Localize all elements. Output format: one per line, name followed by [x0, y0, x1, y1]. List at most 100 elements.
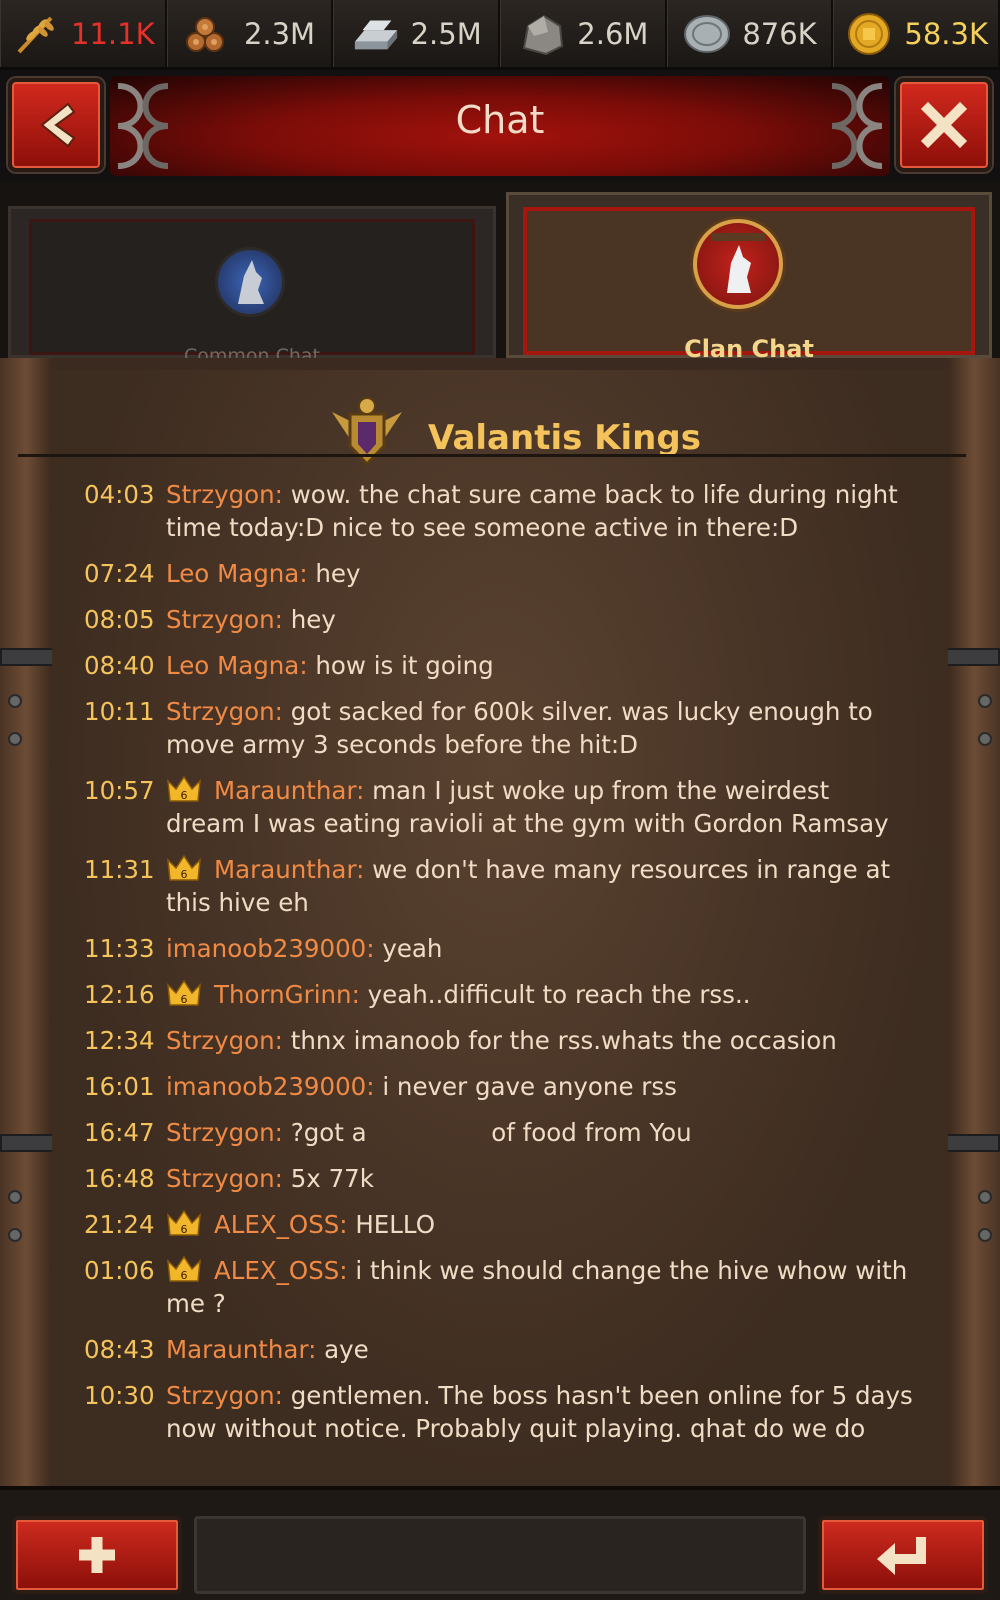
chat-message: 16:01 imanoob239000: i never gave anyone … — [84, 1070, 914, 1103]
message-time: 07:24 — [84, 559, 155, 588]
rivet-icon — [8, 1228, 22, 1242]
page-title: Chat — [455, 98, 545, 142]
stone-icon — [517, 11, 567, 57]
message-author[interactable]: Strzygon: — [166, 1118, 283, 1147]
hinge-icon — [940, 1134, 1000, 1152]
chat-message: 08:43 Maraunthar: aye — [84, 1333, 914, 1366]
rivet-icon — [8, 732, 22, 746]
tab-common-chat[interactable]: Common Chat — [8, 206, 496, 367]
message-time: 21:24 — [84, 1210, 155, 1239]
message-author[interactable]: Strzygon: — [166, 480, 283, 509]
chat-message: 08:05 Strzygon: hey — [84, 603, 914, 636]
message-text: yeah — [382, 934, 443, 963]
plus-icon — [79, 1537, 115, 1573]
message-body: 6 ALEX_OSS: i think we should change the … — [166, 1254, 914, 1320]
resource-gold[interactable]: 58.3K — [833, 0, 1000, 67]
iron-ingot-icon — [351, 11, 401, 57]
message-author[interactable]: Leo Magna: — [166, 559, 308, 588]
resource-value: 58.3K — [904, 16, 988, 51]
message-time: 04:03 — [84, 480, 155, 509]
message-text: thnx imanoob for the rss.whats the occas… — [290, 1026, 837, 1055]
message-author[interactable]: Strzygon: — [166, 1381, 283, 1410]
left-wood-frame — [0, 358, 52, 1486]
rivet-icon — [978, 694, 992, 708]
message-text: ?got a of food from You — [290, 1118, 692, 1147]
message-body: Strzygon: hey — [166, 603, 914, 636]
enter-arrow-icon — [877, 1537, 926, 1575]
bottom-bar — [0, 1486, 1000, 1600]
message-author[interactable]: Maraunthar: — [166, 1335, 316, 1364]
message-body: Maraunthar: aye — [166, 1333, 914, 1366]
message-author[interactable]: Maraunthar: — [214, 855, 364, 884]
message-body: 6 ALEX_OSS: HELLO — [166, 1208, 914, 1241]
send-button[interactable] — [818, 1516, 988, 1594]
message-author[interactable]: Leo Magna: — [166, 651, 308, 680]
message-input[interactable] — [194, 1516, 806, 1594]
resource-silver[interactable]: 876K — [666, 0, 834, 67]
close-button[interactable] — [896, 78, 992, 172]
message-time: 12:16 — [84, 980, 155, 1009]
message-text: how is it going — [315, 651, 494, 680]
message-author[interactable]: Strzygon: — [166, 697, 283, 726]
resource-bar: 11.1K 2.3M 2.5M 2.6M 876K 58.3K — [0, 0, 1000, 70]
message-author[interactable]: Maraunthar: — [214, 776, 364, 805]
message-body: Strzygon: gentlemen. The boss hasn't bee… — [166, 1379, 914, 1445]
hinge-icon — [940, 648, 1000, 666]
message-author[interactable]: ALEX_OSS: — [214, 1256, 348, 1285]
chat-message: 11:31 6 Maraunthar: we don't have many res… — [84, 853, 914, 919]
crown-level: 6 — [181, 1269, 188, 1282]
message-author[interactable]: ALEX_OSS: — [214, 1210, 348, 1239]
message-time: 10:30 — [84, 1381, 155, 1410]
resource-stone[interactable]: 2.6M — [500, 0, 667, 67]
chat-message: 07:24 Leo Magna: hey — [84, 557, 914, 590]
chat-message: 21:24 6 ALEX_OSS: HELLO — [84, 1208, 914, 1241]
gold-coin-icon — [844, 11, 894, 57]
crown-rank-icon: 6 — [166, 979, 202, 1007]
resource-wood[interactable]: 2.3M — [166, 0, 334, 67]
resource-value: 11.1K — [71, 16, 155, 51]
message-time: 12:34 — [84, 1026, 155, 1055]
crown-rank-icon: 6 — [166, 775, 202, 803]
rivet-icon — [8, 694, 22, 708]
message-body: imanoob239000: i never gave anyone rss — [166, 1070, 914, 1103]
message-body: Strzygon: wow. the chat sure came back t… — [166, 478, 914, 544]
message-author[interactable]: imanoob239000: — [166, 1072, 375, 1101]
right-wood-frame — [948, 358, 1000, 1486]
message-time: 10:11 — [84, 697, 155, 726]
add-button[interactable] — [12, 1516, 182, 1594]
message-list: 04:03 Strzygon: wow. the chat sure came b… — [84, 478, 914, 1458]
chat-message: 04:03 Strzygon: wow. the chat sure came b… — [84, 478, 914, 544]
crown-rank-icon: 6 — [166, 1209, 202, 1237]
chat-message: 12:34 Strzygon: thnx imanoob for the rss.… — [84, 1024, 914, 1057]
crown-level: 6 — [181, 868, 188, 881]
message-time: 11:33 — [84, 934, 155, 963]
message-author[interactable]: Strzygon: — [166, 605, 283, 634]
tab-clan-chat[interactable]: Clan Chat — [506, 192, 992, 363]
message-time: 10:57 — [84, 776, 155, 805]
message-body: Strzygon: got sacked for 600k silver. wa… — [166, 695, 914, 761]
chat-message: 08:40 Leo Magna: how is it going — [84, 649, 914, 682]
resource-food[interactable]: 11.1K — [0, 0, 167, 67]
header: Chat — [0, 70, 1000, 182]
message-author[interactable]: imanoob239000: — [166, 934, 375, 963]
rivet-icon — [8, 1190, 22, 1204]
crown-rank-icon: 6 — [166, 854, 202, 882]
message-time: 16:48 — [84, 1164, 155, 1193]
message-time: 08:43 — [84, 1335, 155, 1364]
hinge-icon — [0, 1134, 60, 1152]
message-body: 6 Maraunthar: we don't have many resource… — [166, 853, 914, 919]
clan-name: Valantis Kings — [428, 418, 701, 458]
message-text: HELLO — [355, 1210, 435, 1239]
message-text: aye — [324, 1335, 369, 1364]
message-time: 08:05 — [84, 605, 155, 634]
message-author[interactable]: Strzygon: — [166, 1164, 283, 1193]
message-time: 01:06 — [84, 1256, 155, 1285]
chat-tabs: Common Chat Clan Chat — [0, 182, 1000, 367]
divider — [18, 454, 966, 457]
resource-iron[interactable]: 2.5M — [333, 0, 501, 67]
message-author[interactable]: Strzygon: — [166, 1026, 283, 1055]
chat-message: 16:47 Strzygon: ?got a of food from You — [84, 1116, 914, 1149]
back-button[interactable] — [8, 78, 104, 172]
message-author[interactable]: ThornGrinn: — [214, 980, 360, 1009]
rivet-icon — [978, 1228, 992, 1242]
